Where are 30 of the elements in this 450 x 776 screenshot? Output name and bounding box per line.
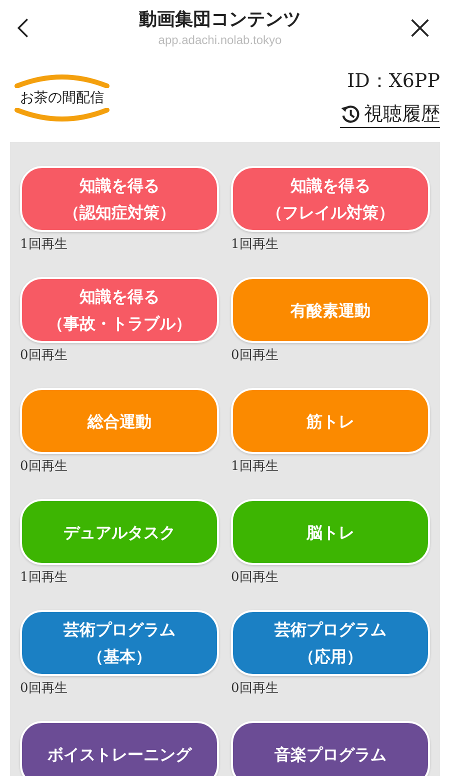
category-button[interactable]: 有酸素運動	[231, 277, 430, 343]
category-button[interactable]: 芸術プログラム （応用）	[231, 610, 430, 676]
logo: お茶の間配信	[14, 74, 110, 122]
play-count: 0回再生	[20, 347, 68, 365]
play-count: 1回再生	[231, 458, 278, 476]
play-count: 0回再生	[20, 458, 68, 476]
back-icon[interactable]	[16, 17, 30, 39]
category-button[interactable]: ボイストレーニング	[20, 721, 219, 776]
category-button[interactable]: 知識を得る （認知症対策）	[20, 166, 219, 232]
play-count: 1回再生	[20, 236, 68, 254]
category-button[interactable]: 芸術プログラム （基本）	[20, 610, 219, 676]
category-button[interactable]: 筋トレ	[231, 388, 430, 454]
play-count: 0回再生	[20, 680, 68, 698]
category-button[interactable]: 音楽プログラム	[231, 721, 430, 776]
play-count: 0回再生	[231, 347, 278, 365]
history-link[interactable]: 視聴履歴	[340, 102, 440, 128]
play-count: 1回再生	[231, 236, 278, 254]
category-button[interactable]: 知識を得る （フレイル対策）	[231, 166, 430, 232]
category-button[interactable]: デュアルタスク	[20, 499, 219, 565]
user-id: ID：X6PP	[347, 69, 440, 94]
category-button[interactable]: 知識を得る （事故・トラブル）	[20, 277, 219, 343]
page-title: 動画集団コンテンツ	[139, 8, 301, 32]
category-button[interactable]: 脳トレ	[231, 499, 430, 565]
close-icon[interactable]	[410, 18, 430, 38]
history-icon	[340, 104, 360, 124]
play-count: 0回再生	[231, 680, 278, 698]
play-count: 1回再生	[20, 569, 68, 587]
category-button[interactable]: 総合運動	[20, 388, 219, 454]
page-url: app.adachi.nolab.tokyo	[158, 32, 282, 48]
play-count: 0回再生	[231, 569, 278, 587]
